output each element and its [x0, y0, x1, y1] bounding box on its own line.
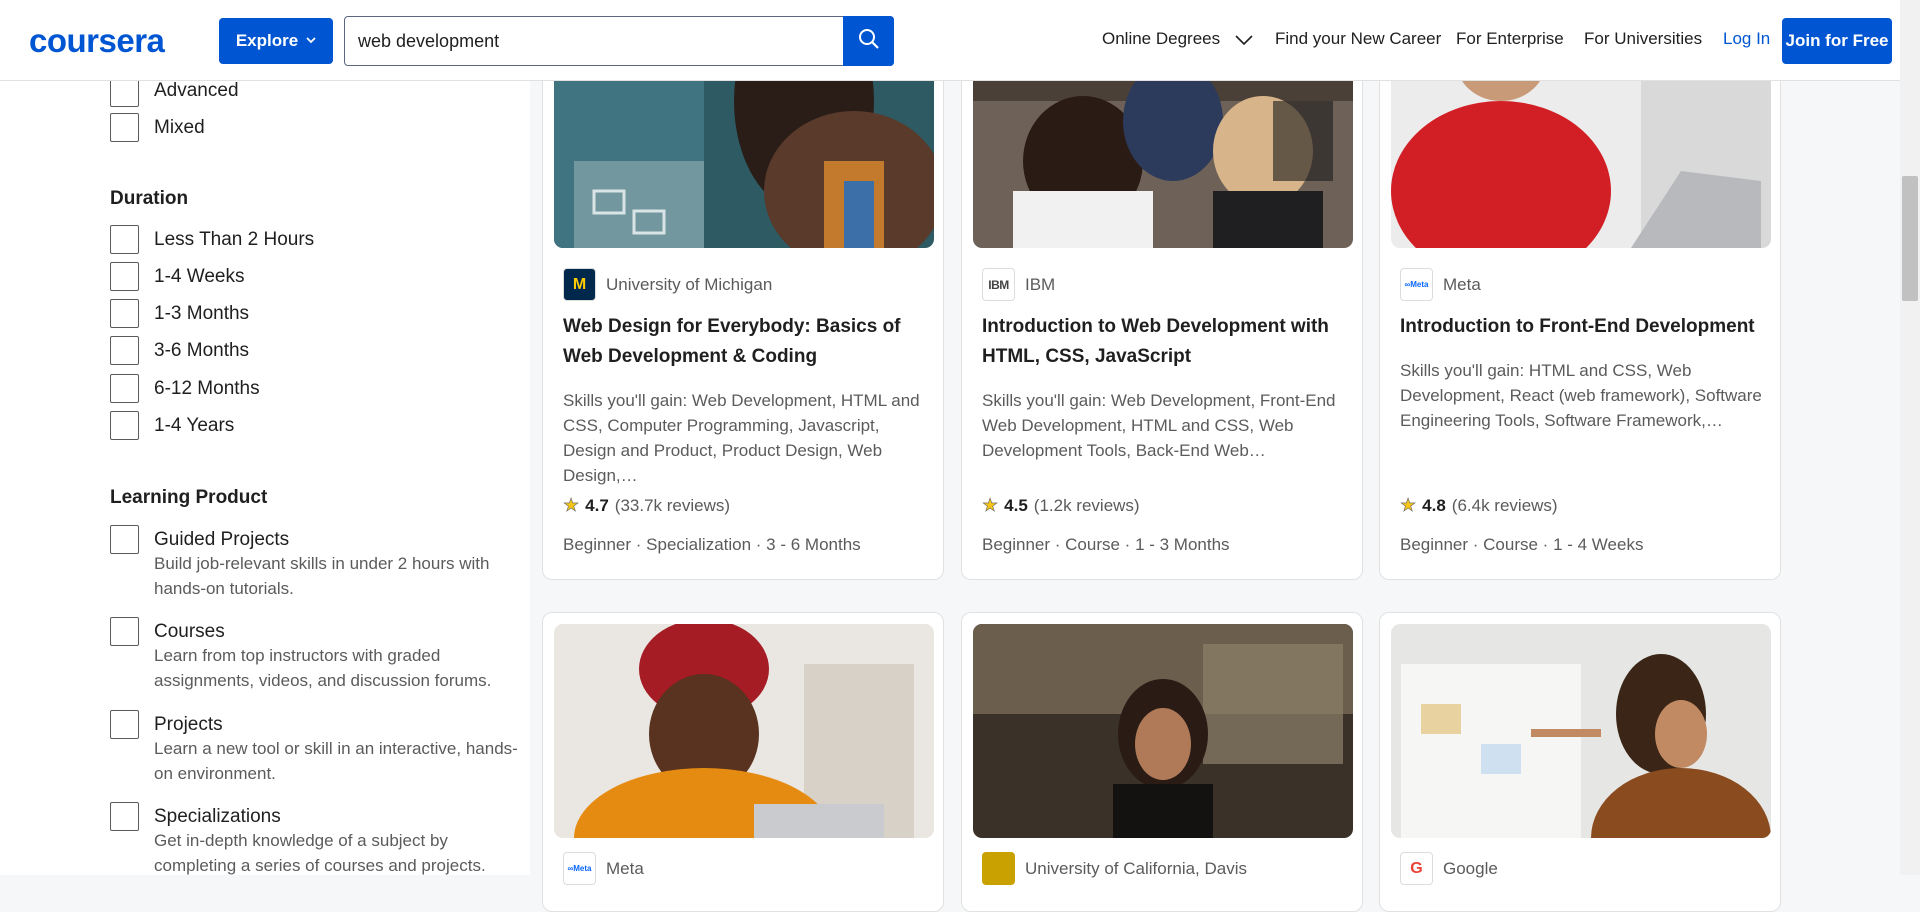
filter-label-duration[interactable]: 6-12 Months [154, 378, 260, 400]
partner-row: University of California, Davis [982, 852, 1247, 885]
star-icon: ★ [1400, 495, 1417, 516]
filter-checkbox-duration[interactable] [110, 374, 139, 403]
explore-button[interactable]: Explore [219, 18, 333, 64]
course-image [1391, 624, 1771, 838]
course-title[interactable]: Introduction to Web Development with HTM… [982, 312, 1344, 372]
rating-value: 4.5 [1004, 495, 1028, 515]
nav-online-degrees-label: Online Degrees [1102, 29, 1221, 48]
search-icon [858, 28, 880, 55]
filter-label-duration[interactable]: 1-3 Months [154, 303, 249, 325]
course-title[interactable]: Introduction to Front-End Development [1400, 312, 1762, 342]
review-count: (6.4k reviews) [1451, 495, 1558, 515]
course-image [554, 624, 934, 838]
course-image [973, 624, 1353, 838]
filter-checkbox-duration[interactable] [110, 336, 139, 365]
course-rating: ★ 4.7 (33.7k reviews) [563, 495, 730, 516]
partner-row: ∞Meta Meta [1400, 268, 1481, 301]
nav-for-universities[interactable]: For Universities [1584, 29, 1702, 49]
course-meta: Beginner · Course · 1 - 4 Weeks [1400, 535, 1644, 554]
star-icon: ★ [563, 495, 580, 516]
duration-title: Duration [110, 188, 189, 209]
filter-desc-specializations: Get in-depth knowledge of a subject by c… [154, 831, 486, 875]
partner-row: M University of Michigan [563, 268, 772, 301]
filter-checkbox-projects[interactable] [110, 710, 139, 739]
partner-name: Meta [1443, 274, 1481, 294]
course-rating: ★ 4.5 (1.2k reviews) [982, 495, 1140, 516]
explore-label: Explore [235, 31, 299, 50]
course-title[interactable]: Web Design for Everybody: Basics of Web … [563, 312, 925, 372]
filter-label-guided-projects[interactable]: Guided Projects [154, 529, 289, 551]
course-meta: Beginner · Specialization · 3 - 6 Months [563, 535, 861, 554]
review-count: (1.2k reviews) [1033, 495, 1140, 515]
course-card[interactable]: M University of Michigan Web Design for … [542, 40, 944, 580]
course-skills: Skills you'll gain: Web Development, Fro… [982, 391, 1336, 460]
ibm-logo: IBM [982, 268, 1015, 301]
partner-name: IBM [1025, 274, 1056, 294]
partner-name: University of Michigan [606, 274, 773, 294]
chevron-down-icon [1235, 30, 1253, 50]
course-rating: ★ 4.8 (6.4k reviews) [1400, 495, 1558, 516]
filter-checkbox-advanced[interactable] [110, 78, 139, 107]
partner-name: Google [1443, 858, 1498, 878]
filter-label-specializations[interactable]: Specializations [154, 806, 281, 828]
course-card[interactable]: ∞Meta Meta Introduction to Front-End Dev… [1379, 40, 1781, 580]
course-card[interactable]: ∞Meta Meta [542, 612, 944, 912]
chevron-down-icon [306, 35, 316, 47]
scrollbar-thumb[interactable] [1902, 176, 1918, 301]
filter-checkbox-duration[interactable] [110, 225, 139, 254]
course-skills: Skills you'll gain: HTML and CSS, Web De… [1400, 361, 1762, 430]
coursera-logo[interactable]: coursera [29, 22, 165, 60]
join-for-free-button[interactable]: Join for Free [1782, 18, 1892, 64]
search-box [344, 16, 894, 66]
review-count: (33.7k reviews) [614, 495, 731, 515]
partner-row: G Google [1400, 852, 1498, 885]
star-icon: ★ [982, 495, 999, 516]
course-skills: Skills you'll gain: Web Development, HTM… [563, 391, 920, 485]
filter-label-duration[interactable]: 1-4 Years [154, 415, 234, 437]
meta-logo: ∞Meta [1400, 268, 1433, 301]
filter-desc-courses: Learn from top instructors with graded a… [154, 646, 492, 690]
course-card[interactable]: IBM IBM Introduction to Web Development … [961, 40, 1363, 580]
learning-product-title: Learning Product [110, 487, 268, 508]
university-of-michigan-logo: M [563, 268, 596, 301]
course-card[interactable]: University of California, Davis [961, 612, 1363, 912]
partner-row: IBM IBM [982, 268, 1055, 301]
login-link[interactable]: Log In [1723, 29, 1770, 49]
filter-checkbox-specializations[interactable] [110, 802, 139, 831]
partner-name: Meta [606, 858, 644, 878]
rating-value: 4.7 [585, 495, 609, 515]
filter-desc-guided-projects: Build job-relevant skills in under 2 hou… [154, 554, 490, 598]
filter-checkbox-duration[interactable] [110, 262, 139, 291]
google-logo: G [1400, 852, 1433, 885]
filter-label-duration[interactable]: 3-6 Months [154, 340, 249, 362]
nav-find-career[interactable]: Find your New Career [1275, 29, 1441, 49]
filter-checkbox-courses[interactable] [110, 617, 139, 646]
filter-checkbox-mixed[interactable] [110, 113, 139, 142]
partner-row: ∞Meta Meta [563, 852, 644, 885]
filter-label-duration[interactable]: 1-4 Weeks [154, 266, 244, 288]
filter-sidebar: Advanced Mixed Duration Less Than 2 Hour… [0, 78, 530, 875]
rating-value: 4.8 [1422, 495, 1446, 515]
search-button[interactable] [843, 16, 894, 66]
filter-label-mixed[interactable]: Mixed [154, 117, 205, 139]
course-card[interactable]: G Google [1379, 612, 1781, 912]
uc-davis-logo [982, 852, 1015, 885]
filter-desc-projects: Learn a new tool or skill in an interact… [154, 739, 518, 783]
filter-label-advanced[interactable]: Advanced [154, 80, 239, 102]
nav-for-enterprise[interactable]: For Enterprise [1456, 29, 1564, 49]
filter-label-courses[interactable]: Courses [154, 621, 225, 643]
filter-checkbox-duration[interactable] [110, 411, 139, 440]
filter-label-duration[interactable]: Less Than 2 Hours [154, 229, 314, 251]
top-header: coursera Explore Online Degrees Find you… [0, 0, 1900, 81]
filter-checkbox-duration[interactable] [110, 299, 139, 328]
meta-logo: ∞Meta [563, 852, 596, 885]
filter-checkbox-guided-projects[interactable] [110, 525, 139, 554]
course-meta: Beginner · Course · 1 - 3 Months [982, 535, 1230, 554]
nav-online-degrees[interactable]: Online Degrees [1102, 29, 1253, 50]
page-scrollbar[interactable] [1900, 0, 1920, 875]
filter-label-projects[interactable]: Projects [154, 714, 223, 736]
search-input[interactable] [345, 17, 843, 65]
partner-name: University of California, Davis [1025, 858, 1248, 878]
